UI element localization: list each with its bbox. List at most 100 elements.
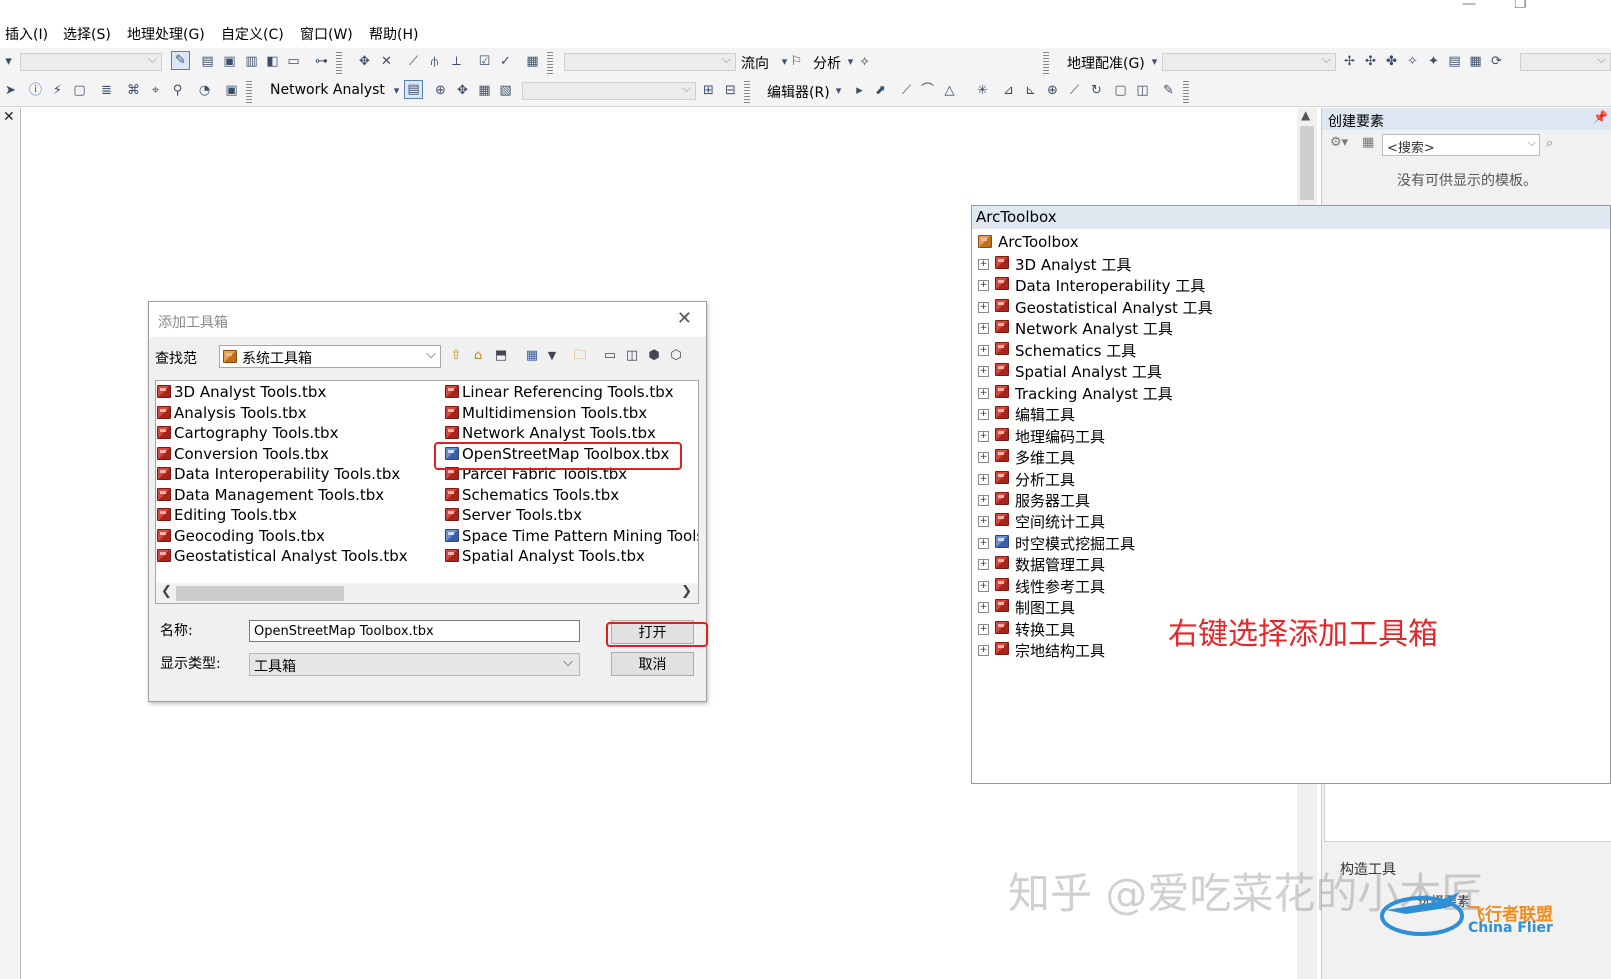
georeference-label[interactable]: 地理配准(G) bbox=[1067, 53, 1145, 73]
trace-icon[interactable]: △ bbox=[941, 82, 958, 99]
toolbar-grip[interactable] bbox=[1043, 52, 1049, 74]
file-list[interactable]: 3D Analyst Tools.tbx Analysis Tools.tbx Ca… bbox=[155, 380, 699, 604]
edit-vertices-icon[interactable]: ⬈ bbox=[872, 82, 889, 99]
expand-icon[interactable]: + bbox=[978, 602, 989, 614]
edit-arrow-icon[interactable]: ▸ bbox=[851, 82, 868, 99]
build-table-icon[interactable]: ⊟ bbox=[722, 82, 739, 99]
name-field[interactable] bbox=[249, 620, 580, 642]
table-icon[interactable]: ▤ bbox=[199, 53, 216, 70]
expand-icon[interactable]: + bbox=[978, 387, 989, 399]
expand-icon[interactable]: + bbox=[978, 280, 989, 292]
add-control-point-icon[interactable]: ✢ bbox=[1341, 53, 1358, 70]
toolbar-grip[interactable] bbox=[1183, 81, 1189, 103]
expand-icon[interactable]: + bbox=[978, 494, 989, 506]
link-icon[interactable]: ✦ bbox=[1425, 53, 1442, 70]
expand-icon[interactable]: + bbox=[978, 323, 989, 335]
scroll-right-icon[interactable]: ❯ bbox=[681, 584, 692, 599]
scroll-thumb[interactable] bbox=[176, 586, 344, 601]
directions-icon[interactable]: ▧ bbox=[497, 82, 514, 99]
edit-tool-icon[interactable]: ✎ bbox=[171, 51, 190, 70]
menu-window[interactable]: 窗口(W) bbox=[300, 24, 353, 44]
file-list-hscroll[interactable]: ❮ ❯ bbox=[156, 583, 698, 603]
shift-icon[interactable]: ✤ bbox=[1383, 53, 1400, 70]
html-popup-icon[interactable]: ▢ bbox=[71, 82, 88, 99]
editor-label[interactable]: 编辑器(R) bbox=[767, 82, 830, 102]
organize-templates-icon[interactable]: ⚙▾ bbox=[1330, 135, 1348, 150]
end-point-arc-icon[interactable]: ⌒ bbox=[919, 82, 936, 99]
expand-icon[interactable]: + bbox=[978, 409, 989, 421]
model-icon[interactable]: ⊶ bbox=[313, 53, 330, 70]
georef-dropdown-icon[interactable]: ▾ bbox=[1146, 53, 1163, 70]
arctoolbox-icon[interactable]: ◧ bbox=[264, 53, 281, 70]
network-analyst-window-icon[interactable]: ▤ bbox=[404, 80, 423, 99]
expand-icon[interactable]: + bbox=[978, 301, 989, 313]
create-features-window-icon[interactable]: ✎ bbox=[1160, 82, 1177, 99]
flow-direction-label[interactable]: 流向 bbox=[741, 53, 769, 73]
reshape-icon[interactable]: ⟂ bbox=[448, 53, 465, 70]
menu-insert[interactable]: 插入(I) bbox=[5, 24, 48, 44]
scroll-up-icon[interactable]: ▲ bbox=[1301, 108, 1310, 122]
scroll-left-icon[interactable]: ❮ bbox=[161, 584, 172, 599]
close-icon[interactable]: ✕ bbox=[3, 109, 15, 125]
straight-segment-icon[interactable]: ⟋ bbox=[898, 82, 915, 99]
expand-icon[interactable]: + bbox=[978, 645, 989, 657]
sketch-properties-icon[interactable]: ◫ bbox=[1134, 82, 1151, 99]
minimize-icon[interactable]: — bbox=[1462, 0, 1476, 12]
expand-icon[interactable]: + bbox=[978, 516, 989, 528]
database-icon[interactable]: ⬢ bbox=[645, 347, 663, 365]
view-dropdown-icon[interactable]: ▼ bbox=[543, 347, 561, 365]
time-slider-icon[interactable]: ◔ bbox=[196, 82, 213, 99]
clipboard-icon[interactable]: ▦ bbox=[524, 53, 541, 70]
fit-icon[interactable]: ✧ bbox=[1404, 53, 1421, 70]
pin-icon[interactable]: 📌 bbox=[1593, 110, 1608, 124]
network-layer-combo[interactable] bbox=[522, 81, 696, 100]
build-icon[interactable]: ⊞ bbox=[700, 82, 717, 99]
catalog-icon[interactable]: ◫ bbox=[623, 347, 641, 365]
menu-customize[interactable]: 自定义(C) bbox=[221, 24, 284, 44]
search-icon[interactable]: ⌕ bbox=[1546, 136, 1553, 151]
dropdown-arrow-icon[interactable]: ▾ bbox=[0, 53, 17, 70]
table-view-icon[interactable]: ▦ bbox=[1467, 53, 1484, 70]
viewer-icon[interactable]: ▣ bbox=[223, 82, 240, 99]
flag-icon[interactable]: ⚐ bbox=[788, 53, 805, 70]
network-combo[interactable] bbox=[564, 52, 736, 71]
expand-icon[interactable]: + bbox=[978, 366, 989, 378]
measure-icon[interactable]: ≣ bbox=[98, 82, 115, 99]
scroll-thumb[interactable] bbox=[1300, 126, 1314, 200]
toolbar-grip[interactable] bbox=[336, 52, 342, 74]
toolbar-grip[interactable] bbox=[744, 81, 750, 103]
home-icon[interactable]: ⌂ bbox=[469, 347, 487, 365]
expand-icon[interactable]: + bbox=[978, 623, 989, 635]
editor-dropdown-icon[interactable]: ▾ bbox=[830, 82, 847, 99]
reshape-feature-icon[interactable]: ⟋ bbox=[1066, 82, 1083, 99]
hyperlink-icon[interactable]: ⚡ bbox=[49, 82, 66, 99]
analysis-label[interactable]: 分析 bbox=[813, 53, 841, 73]
select-arrow-icon[interactable]: ➤ bbox=[2, 82, 19, 99]
toolbar-grip[interactable] bbox=[547, 52, 553, 74]
edit-annotation-icon[interactable]: ⊿ bbox=[1000, 82, 1017, 99]
expand-icon[interactable]: + bbox=[978, 580, 989, 592]
folder-icon[interactable]: ▭ bbox=[601, 347, 619, 365]
refresh-icon[interactable]: ⟳ bbox=[1488, 53, 1505, 70]
create-features-search[interactable]: <搜索> bbox=[1382, 134, 1540, 156]
split-tool-icon[interactable]: ⊾ bbox=[1022, 82, 1039, 99]
attributes-icon[interactable]: ▢ bbox=[1112, 82, 1129, 99]
find-route-icon[interactable]: ⌖ bbox=[147, 82, 164, 99]
toolbar-combo-right[interactable] bbox=[1520, 52, 1611, 71]
cross-icon[interactable]: ✕ bbox=[378, 53, 395, 70]
select-edge-icon[interactable]: ⟋ bbox=[405, 53, 422, 70]
expand-icon[interactable]: + bbox=[978, 344, 989, 356]
expand-icon[interactable]: + bbox=[978, 473, 989, 485]
menu-help[interactable]: 帮助(H) bbox=[369, 24, 418, 44]
python-window-icon[interactable]: ▥ bbox=[243, 53, 260, 70]
new-folder-icon[interactable]: 🗀 bbox=[571, 347, 589, 365]
cancel-button[interactable]: 取消 bbox=[611, 652, 694, 676]
identify-icon[interactable]: ⓘ bbox=[27, 82, 44, 99]
toolbox-icon[interactable]: ⬡ bbox=[667, 347, 685, 365]
expand-icon[interactable]: + bbox=[978, 259, 989, 270]
solve-icon[interactable]: ⟡ bbox=[856, 53, 873, 70]
template-view-icon[interactable]: ▦ bbox=[1362, 135, 1374, 150]
go-to-xy-icon[interactable]: ⚲ bbox=[169, 82, 186, 99]
rotate-icon[interactable]: ✣ bbox=[1362, 53, 1379, 70]
restore-icon[interactable]: ❐ bbox=[1514, 0, 1527, 12]
